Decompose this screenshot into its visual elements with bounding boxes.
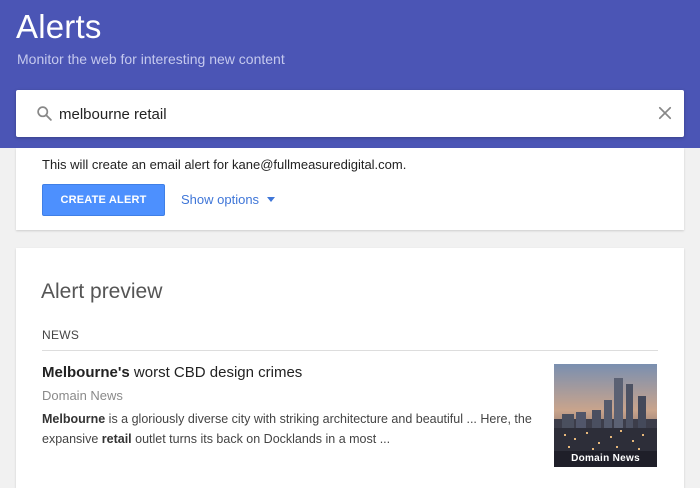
news-title-highlight: Melbourne's	[42, 364, 130, 381]
thumbnail-caption: Domain News	[554, 451, 657, 467]
alert-preview-card: Alert preview NEWS Melbourne's worst CBD…	[16, 248, 684, 488]
app-header: Alerts Monitor the web for interesting n…	[0, 0, 700, 148]
snippet-text: outlet turns its back on Docklands in a …	[131, 432, 391, 446]
close-icon[interactable]	[656, 104, 674, 122]
news-result-title[interactable]: Melbourne's worst CBD design crimes	[42, 364, 302, 381]
news-source: Domain News	[42, 388, 123, 403]
snippet-highlight: retail	[101, 432, 132, 446]
section-divider	[42, 350, 658, 351]
create-alert-button[interactable]: CREATE ALERT	[42, 184, 165, 216]
alert-email-description: This will create an email alert for kane…	[42, 157, 407, 172]
page-subtitle: Monitor the web for interesting new cont…	[17, 51, 285, 67]
news-snippet: Melbourne is a gloriously diverse city w…	[42, 409, 532, 449]
search-icon	[37, 106, 52, 121]
snippet-highlight: Melbourne	[42, 412, 106, 426]
search-input[interactable]	[59, 98, 619, 130]
page-title: Alerts	[16, 8, 102, 45]
caret-down-icon	[267, 197, 276, 202]
news-section-label: NEWS	[42, 328, 80, 342]
create-alert-card: This will create an email alert for kane…	[16, 148, 684, 230]
search-box[interactable]	[16, 90, 684, 137]
show-options-link[interactable]: Show options	[181, 192, 276, 207]
news-thumbnail[interactable]: Domain News	[554, 364, 657, 467]
show-options-label: Show options	[181, 192, 260, 207]
news-title-text: worst CBD design crimes	[129, 364, 303, 381]
news-result-item: Melbourne's worst CBD design crimes Doma…	[42, 364, 658, 474]
alert-preview-title: Alert preview	[41, 280, 163, 303]
